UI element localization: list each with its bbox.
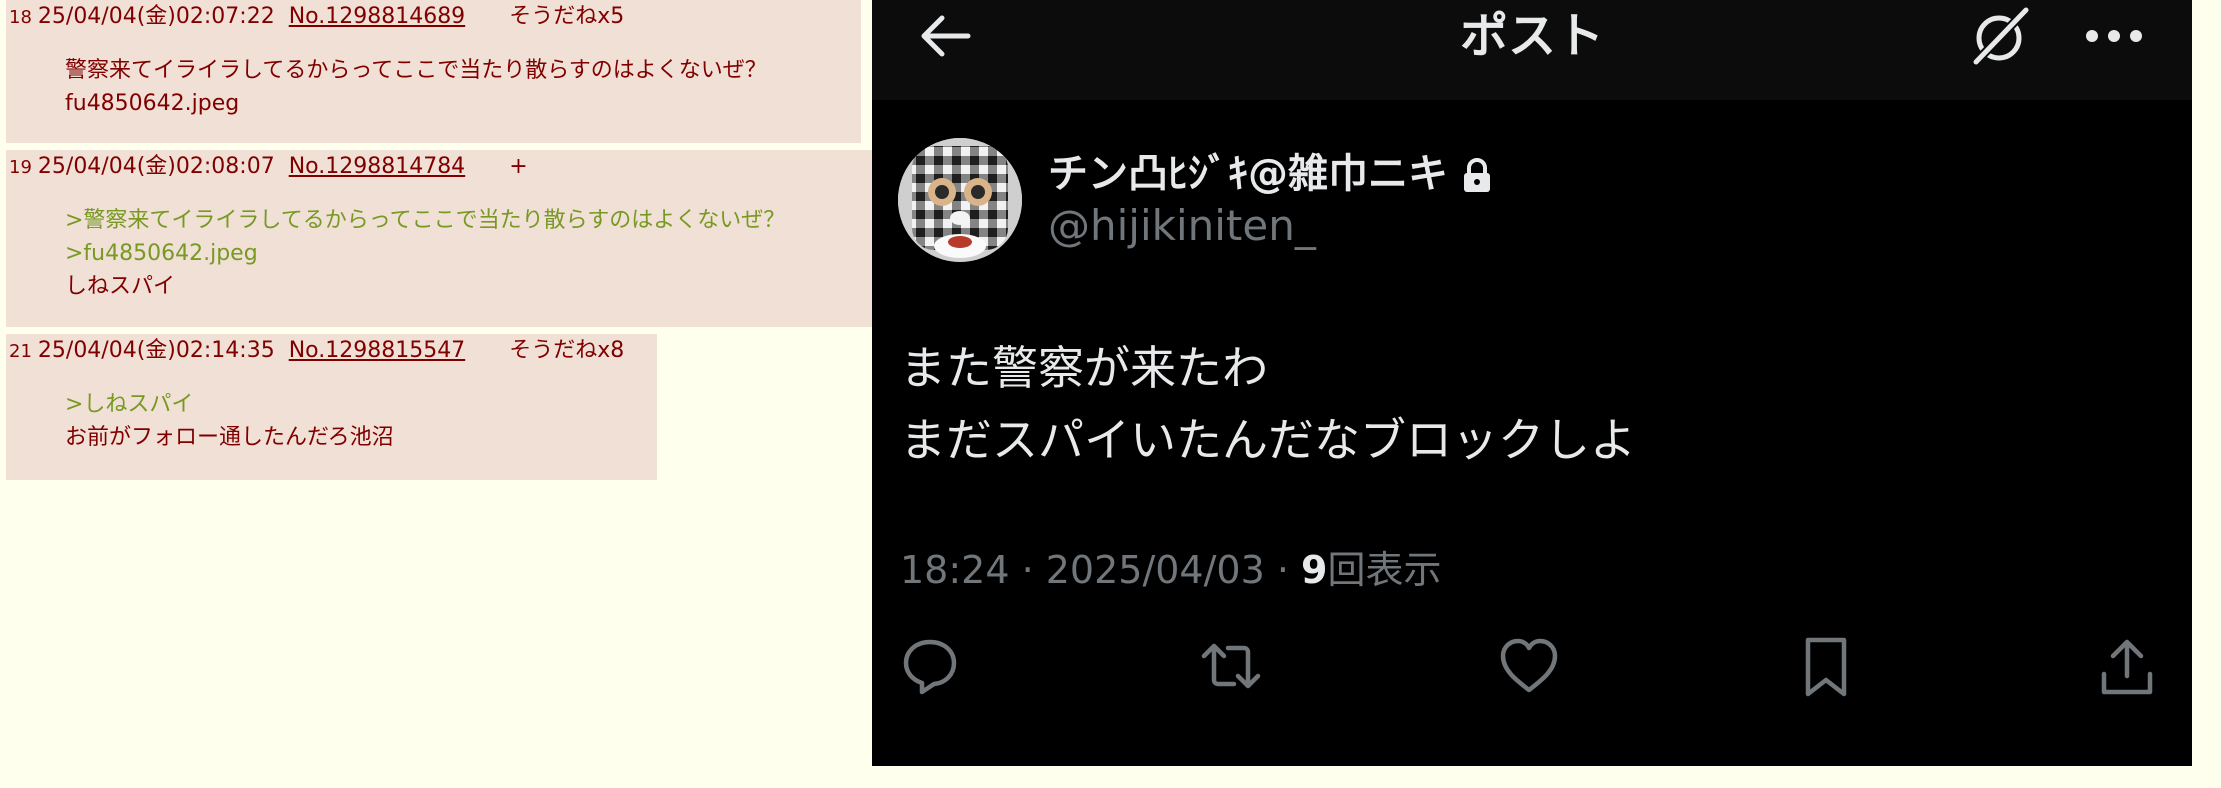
post-header: 21 25/04/04(金)02:14:35 No.1298815547 そうだねx8: [6, 334, 624, 368]
post-body: >警察来てイライラしてるからってここで当たり散らすのはよくないぜ？ >fu485…: [65, 204, 785, 303]
display-name[interactable]: チン凸ﾋｼﾞｷ@雑巾ニキ: [1048, 146, 1492, 202]
post-date: 25/04/04(金)02:14:35: [37, 338, 275, 363]
post-text-line: また警察が来たわ: [900, 341, 1268, 395]
post-line: 警察来てイライラしてるからってここで当たり散らすのはよくないぜ？: [65, 58, 767, 83]
post-19: 19 25/04/04(金)02:08:07 No.1298814784 + >警察来…: [6, 150, 872, 327]
like-icon[interactable]: [1498, 636, 1560, 696]
post-body: >しねスパイ お前がフォロー通したんだろ池沼: [65, 388, 394, 454]
post-number: 18: [9, 7, 32, 28]
post-timestamp[interactable]: 18:24 · 2025/04/03 ·: [900, 548, 1301, 592]
reply-icon[interactable]: [900, 636, 960, 696]
post-21: 21 25/04/04(金)02:14:35 No.1298815547 そうだねx8…: [6, 334, 657, 480]
grok-icon[interactable]: [1968, 4, 2032, 68]
x-post-screenshot: ポスト チン凸ﾋｼﾞｷ@雑巾ニキ @hijikiniten_ また警察が来たわ …: [872, 0, 2192, 766]
post-quote-line: >しねスパイ: [65, 392, 194, 417]
share-icon[interactable]: [2098, 636, 2156, 698]
view-label: 回表示: [1327, 548, 1442, 592]
post-no-link[interactable]: No.1298814784: [289, 154, 466, 179]
retweet-icon[interactable]: [1198, 636, 1264, 696]
post-meta: 18:24 · 2025/04/03 · 9回表示: [900, 540, 1441, 600]
post-line: お前がフォロー通したんだろ池沼: [65, 425, 394, 450]
post-date: 25/04/04(金)02:08:07: [37, 154, 275, 179]
lock-icon: [1464, 158, 1490, 192]
sodane-button[interactable]: +: [509, 154, 527, 179]
post-body: 警察来てイライラしてるからってここで当たり散らすのはよくないぜ？ fu48506…: [65, 54, 767, 120]
post-header: 19 25/04/04(金)02:08:07 No.1298814784 +: [6, 150, 528, 184]
post-no-link[interactable]: No.1298814689: [289, 4, 466, 29]
post-18: 18 25/04/04(金)02:07:22 No.1298814689 そうだねx5…: [6, 0, 861, 143]
post-text-line: まだスパイいたんだなブロックしよ: [900, 413, 1636, 467]
avatar-image: [898, 138, 1022, 262]
post-date: 25/04/04(金)02:07:22: [37, 4, 275, 29]
sodane-button[interactable]: そうだねx5: [509, 4, 624, 29]
sodane-button[interactable]: そうだねx8: [509, 338, 624, 363]
post-quote-line: >fu4850642.jpeg: [65, 241, 258, 266]
post-number: 19: [9, 157, 32, 178]
more-icon[interactable]: [2084, 26, 2144, 46]
display-name-text: チン凸ﾋｼﾞｷ@雑巾ニキ: [1048, 151, 1448, 197]
post-file-link[interactable]: fu4850642.jpeg: [65, 87, 767, 120]
view-count: 9: [1301, 548, 1328, 592]
post-header: 18 25/04/04(金)02:07:22 No.1298814689 そうだねx5: [6, 0, 624, 34]
post-text: また警察が来たわ まだスパイいたんだなブロックしよ: [900, 332, 1636, 476]
post-number: 21: [9, 341, 32, 362]
post-line: しねスパイ: [65, 274, 176, 299]
user-handle[interactable]: @hijikiniten_: [1048, 198, 1316, 254]
post-quote-line: >警察来てイライラしてるからってここで当たり散らすのはよくないぜ？: [65, 208, 786, 233]
post-no-link[interactable]: No.1298815547: [289, 338, 466, 363]
bookmark-icon[interactable]: [1802, 636, 1850, 698]
avatar[interactable]: [898, 138, 1022, 262]
